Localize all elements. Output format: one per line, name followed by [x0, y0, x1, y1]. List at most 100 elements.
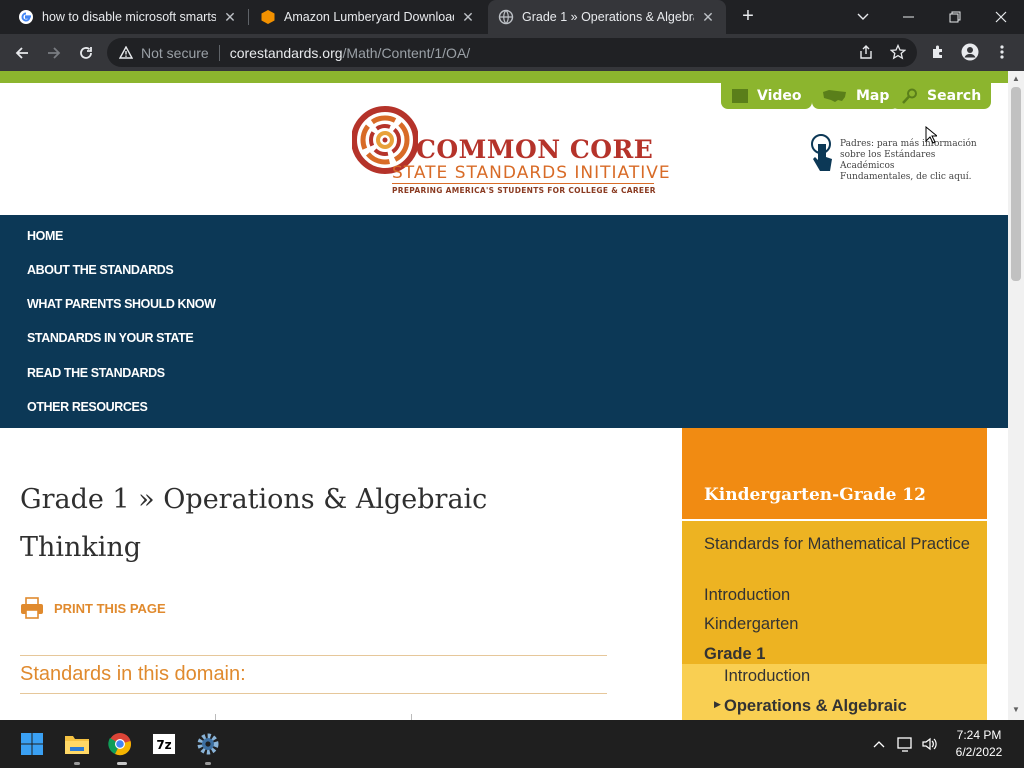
tab-title: Grade 1 » Operations & Algebrai [522, 10, 694, 24]
padres-text: Padres: para más información sobre los E… [840, 139, 990, 183]
folder-icon [65, 736, 89, 754]
sidebar-header: Kindergarten-Grade 12 [682, 428, 987, 519]
back-button[interactable] [8, 39, 36, 67]
nav-item-parents[interactable]: WHAT PARENTS SHOULD KNOW [27, 297, 216, 311]
profile-button[interactable] [960, 42, 980, 62]
sidebar-item-introduction[interactable]: Introduction [704, 586, 790, 605]
logo-rule [392, 183, 654, 184]
sidebar-item-grade-1[interactable]: Grade 1 [704, 645, 765, 664]
triangle-right-icon: ▶ [714, 699, 721, 709]
sidebar-item-kindergarten[interactable]: Kindergarten [704, 615, 798, 634]
svg-text:7z: 7z [156, 738, 171, 752]
monitor-network-icon [897, 737, 912, 752]
new-tab-button[interactable]: + [736, 5, 760, 29]
active-indicator [117, 762, 127, 765]
arrow-right-icon [48, 47, 61, 59]
mouse-cursor-icon [925, 126, 937, 144]
chrome-icon[interactable] [106, 730, 134, 758]
map-label: Map [856, 88, 890, 104]
us-map-icon [823, 90, 846, 102]
map-button[interactable]: Map [812, 83, 900, 109]
7zip-icon[interactable]: 7z [150, 730, 178, 758]
running-indicator [74, 762, 80, 765]
sidebar-subitem-introduction[interactable]: Introduction [724, 667, 810, 686]
pointing-hand-icon [811, 134, 832, 171]
logo-line-state-standards: STATE STANDARDS INITIATIVE [392, 163, 671, 183]
close-window-button[interactable] [978, 0, 1024, 34]
close-tab-icon[interactable]: ✕ [222, 9, 238, 26]
tab-strip: how to disable microsoft smartsc ✕ Amazo… [0, 0, 1024, 34]
search-icon [902, 88, 917, 104]
gear-icon [197, 733, 219, 755]
system-clock[interactable]: 7:24 PM 6/2/2022 [944, 727, 1014, 761]
minimize-icon [903, 16, 914, 18]
reload-button[interactable] [72, 39, 100, 67]
omnibox-divider [218, 44, 220, 61]
grade-sidebar: Kindergarten-Grade 12 Standards for Math… [682, 428, 987, 720]
sidebar-item-math-practice[interactable]: Standards for Mathematical Practice [704, 532, 974, 557]
divider-bottom [20, 693, 607, 694]
printer-icon [21, 597, 43, 619]
padres-line: Padres: para más información [840, 139, 977, 149]
address-bar[interactable]: Not secure corestandards.org/Math/Conten… [107, 38, 917, 67]
sidebar-sublist: Introduction ▶ Operations & Algebraic [682, 664, 987, 720]
extensions-button[interactable] [928, 42, 948, 62]
close-tab-icon[interactable]: ✕ [460, 9, 476, 26]
volume-icon[interactable] [920, 734, 940, 754]
padres-line: sobre los Estándares Académicos [840, 150, 936, 171]
security-indicator[interactable]: Not secure [141, 45, 209, 61]
windows-start-icon[interactable] [18, 730, 46, 758]
tab-divider [248, 9, 249, 25]
common-core-logo[interactable]: COMMON CORE STATE STANDARDS INITIATIVE P… [352, 99, 670, 199]
tab-amazon-lumberyard[interactable]: Amazon Lumberyard Downloads ✕ [250, 0, 486, 34]
close-tab-icon[interactable]: ✕ [700, 9, 716, 26]
tab-title: Amazon Lumberyard Downloads [284, 10, 454, 24]
google-icon [19, 10, 33, 24]
padres-link[interactable]: Padres: para más información sobre los E… [810, 134, 990, 183]
logo-line-common-core: COMMON CORE [416, 135, 654, 164]
arrow-left-icon [15, 47, 28, 59]
search-label: Search [927, 88, 982, 104]
scroll-down-icon[interactable]: ▼ [1012, 705, 1020, 714]
divider-top [20, 655, 607, 656]
file-explorer-icon[interactable] [63, 730, 91, 758]
sidebar-subitem-operations[interactable]: Operations & Algebraic [724, 697, 907, 716]
menu-button[interactable] [992, 42, 1012, 62]
speaker-icon [922, 737, 937, 751]
running-indicator [205, 762, 211, 765]
chrome-logo-icon [108, 733, 131, 756]
padres-line: Fundamentales, de clic aquí. [840, 172, 972, 182]
close-icon [995, 11, 1007, 23]
scroll-up-icon[interactable]: ▲ [1012, 74, 1020, 83]
tab-google-search[interactable]: how to disable microsoft smartsc ✕ [8, 0, 248, 34]
scrollbar-thumb[interactable] [1011, 87, 1021, 281]
nav-item-read-standards[interactable]: READ THE STANDARDS [27, 366, 165, 380]
minimize-button[interactable] [886, 0, 932, 34]
windows-logo-icon [21, 733, 43, 755]
nav-item-home[interactable]: HOME [27, 229, 63, 243]
nav-item-your-state[interactable]: STANDARDS IN YOUR STATE [27, 331, 194, 345]
forward-button[interactable] [40, 39, 68, 67]
share-icon [860, 45, 872, 59]
settings-icon[interactable] [194, 730, 222, 758]
share-button[interactable] [856, 42, 876, 62]
film-icon [732, 89, 748, 103]
network-icon[interactable] [896, 734, 916, 754]
sidebar-list: Standards for Mathematical Practice Intr… [682, 521, 987, 664]
print-link[interactable]: PRINT THIS PAGE [20, 597, 166, 619]
video-button[interactable]: Video [721, 83, 812, 109]
show-hidden-icons-button[interactable] [869, 734, 889, 754]
tab-grade1-operations[interactable]: Grade 1 » Operations & Algebrai ✕ [488, 0, 726, 34]
restore-button[interactable] [932, 0, 978, 34]
windows-taskbar: 7z 7:24 PM 6/2/2022 [0, 720, 1024, 768]
domain-heading: Standards in this domain: [20, 663, 246, 685]
chevron-up-icon [873, 741, 885, 748]
search-button[interactable]: Search [891, 83, 992, 109]
tab-search-button[interactable] [840, 0, 886, 34]
vertical-scrollbar[interactable]: ▲ ▼ [1008, 71, 1024, 720]
bookmark-button[interactable] [888, 42, 908, 62]
7zip-logo-icon: 7z [152, 733, 176, 755]
nav-item-about-standards[interactable]: ABOUT THE STANDARDS [27, 263, 174, 277]
sidebar-heading[interactable]: Kindergarten-Grade 12 [704, 485, 926, 505]
nav-item-other-resources[interactable]: OTHER RESOURCES [27, 400, 148, 414]
